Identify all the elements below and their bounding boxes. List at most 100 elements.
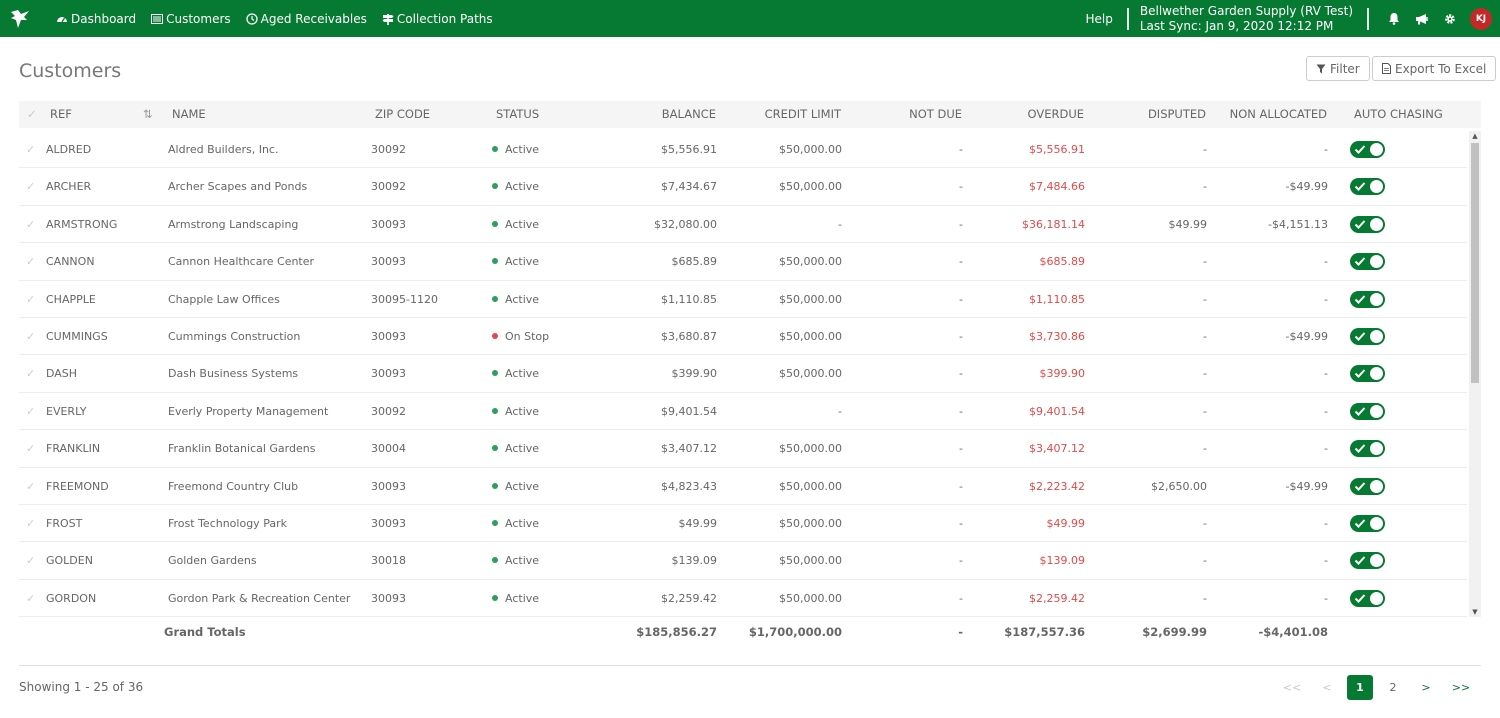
- cell-overdue: $1,110.85: [1029, 292, 1085, 306]
- auto-chasing-toggle[interactable]: [1350, 552, 1385, 570]
- column-header-overdue[interactable]: OVERDUE: [984, 101, 1084, 128]
- cell-status: Active: [492, 430, 539, 467]
- auto-chasing-toggle[interactable]: [1350, 365, 1385, 383]
- row-checkbox[interactable]: ✓: [26, 580, 35, 617]
- row-checkbox[interactable]: ✓: [26, 430, 35, 467]
- row-checkbox[interactable]: ✓: [26, 281, 35, 318]
- column-header-disputed[interactable]: DISPUTED: [1106, 101, 1206, 128]
- auto-chasing-toggle[interactable]: [1350, 515, 1385, 532]
- nav-aged-receivables[interactable]: Aged Receivables: [246, 12, 367, 26]
- column-header-auto-chasing[interactable]: AUTO CHASING: [1354, 101, 1443, 128]
- sort-icon[interactable]: ⇅: [143, 101, 153, 128]
- table-row[interactable]: ✓ ARCHER Archer Scapes and Ponds 30092 $7,43…: [19, 168, 1467, 206]
- cell-overdue: $139.09: [1039, 554, 1086, 568]
- table-row[interactable]: ✓ EVERLY Everly Property Management 30092 $9…: [19, 393, 1467, 431]
- nav-customers[interactable]: Customers: [151, 12, 231, 26]
- auto-chasing-toggle[interactable]: [1350, 141, 1385, 158]
- table-row[interactable]: ✓ GOLDEN Golden Gardens 30018 $139.09 $50,000…: [19, 542, 1467, 580]
- status-label: Active: [505, 554, 540, 568]
- column-header-status[interactable]: STATUS: [496, 101, 539, 128]
- company-info[interactable]: Bellwether Garden Supply (RV Test) Last …: [1140, 4, 1353, 34]
- scroll-down-icon[interactable]: ▼: [1469, 607, 1481, 617]
- cell-not-due: -: [959, 442, 963, 456]
- toggle-knob: [1370, 330, 1383, 343]
- auto-chasing-toggle[interactable]: [1350, 178, 1385, 196]
- app-logo-icon[interactable]: [0, 0, 40, 37]
- cell-ref: GORDON: [46, 591, 97, 605]
- row-checkbox[interactable]: ✓: [26, 318, 35, 355]
- auto-chasing-toggle[interactable]: [1350, 477, 1385, 495]
- check-icon: [1354, 257, 1366, 267]
- scrollbar-thumb[interactable]: [1471, 143, 1479, 383]
- row-checkbox[interactable]: ✓: [26, 393, 35, 430]
- auto-chasing-toggle[interactable]: [1350, 589, 1385, 607]
- auto-chasing-toggle[interactable]: [1350, 290, 1385, 308]
- announcements-button[interactable]: [1408, 0, 1436, 37]
- table-row[interactable]: ✓ DASH Dash Business Systems 30093 $399.90 $5…: [19, 355, 1467, 393]
- status-label: Active: [505, 217, 540, 231]
- user-avatar[interactable]: KJ: [1470, 7, 1492, 30]
- pagination-next[interactable]: >: [1413, 675, 1439, 700]
- row-checkbox[interactable]: ✓: [26, 505, 35, 542]
- cell-credit-limit: $50,000.00: [779, 554, 842, 568]
- select-all-checkbox[interactable]: ✓: [27, 101, 37, 128]
- column-header-credit-limit[interactable]: CREDIT LIMIT: [721, 101, 841, 128]
- row-checkbox[interactable]: ✓: [26, 168, 35, 205]
- row-checkbox[interactable]: ✓: [26, 243, 35, 280]
- cell-credit-limit: $50,000.00: [779, 180, 842, 194]
- cell-balance: $7,434.67: [661, 180, 717, 194]
- column-header-zip[interactable]: ZIP CODE: [375, 101, 430, 128]
- row-checkbox[interactable]: ✓: [26, 468, 35, 505]
- column-header-balance[interactable]: BALANCE: [616, 101, 716, 128]
- scroll-up-icon[interactable]: ▲: [1469, 131, 1481, 141]
- toggle-knob: [1370, 517, 1383, 530]
- notifications-button[interactable]: [1380, 0, 1408, 37]
- cell-balance: $5,556.91: [661, 143, 717, 156]
- filter-button[interactable]: Filter: [1306, 56, 1370, 81]
- table-row[interactable]: ✓ CANNON Cannon Healthcare Center 30093 $685…: [19, 243, 1467, 281]
- table-row[interactable]: ✓ CHAPPLE Chapple Law Offices 30095-1120 $1,…: [19, 281, 1467, 318]
- settings-button[interactable]: [1436, 0, 1464, 37]
- cell-not-due: -: [959, 180, 963, 194]
- column-header-name[interactable]: NAME: [172, 101, 206, 128]
- auto-chasing-toggle[interactable]: [1350, 328, 1385, 345]
- row-checkbox[interactable]: ✓: [26, 355, 35, 392]
- pagination-prev[interactable]: <: [1314, 675, 1340, 700]
- cell-credit-limit: $50,000.00: [779, 367, 842, 381]
- pagination-page-2[interactable]: 2: [1380, 675, 1406, 700]
- pagination-first[interactable]: <<: [1279, 675, 1305, 700]
- table-row[interactable]: ✓ FREEMOND Freemond Country Club 30093 $4,82…: [19, 468, 1467, 505]
- auto-chasing-toggle[interactable]: [1350, 253, 1385, 271]
- help-link[interactable]: Help: [1086, 12, 1113, 26]
- column-header-not-due[interactable]: NOT DUE: [862, 101, 962, 128]
- cell-disputed: $49.99: [1168, 217, 1208, 231]
- table-row[interactable]: ✓ FRANKLIN Franklin Botanical Gardens 30004…: [19, 430, 1467, 468]
- export-excel-button[interactable]: Export To Excel: [1372, 56, 1497, 81]
- row-checkbox[interactable]: ✓: [26, 131, 35, 168]
- table-row[interactable]: ✓ ALDRED Aldred Builders, Inc. 30092 $5,556.…: [19, 131, 1467, 169]
- table-row[interactable]: ✓ GORDON Gordon Park & Recreation Center 30…: [19, 580, 1467, 617]
- pagination-page-1[interactable]: 1: [1347, 675, 1373, 700]
- cell-ref: FREEMOND: [46, 479, 109, 493]
- column-header-ref[interactable]: REF: [50, 101, 72, 128]
- nav-dashboard[interactable]: Dashboard: [56, 12, 136, 26]
- column-header-non-allocated[interactable]: NON ALLOCATED: [1207, 101, 1327, 128]
- cell-non-allocated: -: [1324, 442, 1328, 456]
- cell-credit-limit: $50,000.00: [779, 292, 842, 306]
- auto-chasing-toggle[interactable]: [1350, 215, 1385, 233]
- pagination-last[interactable]: >>: [1448, 675, 1474, 700]
- table-row[interactable]: ✓ FROST Frost Technology Park 30093 $49.99 $5…: [19, 505, 1467, 543]
- auto-chasing-toggle[interactable]: [1350, 440, 1385, 458]
- cell-status: Active: [492, 393, 539, 430]
- table-row[interactable]: ✓ ARMSTRONG Armstrong Landscaping 30093 $32,…: [19, 206, 1467, 244]
- nav-collection-paths[interactable]: Collection Paths: [382, 12, 493, 26]
- cell-overdue: $9,401.54: [1029, 404, 1085, 418]
- status-dot-icon: [492, 520, 498, 526]
- table-row[interactable]: ✓ CUMMINGS Cummings Construction 30093 $3,68…: [19, 318, 1467, 356]
- row-checkbox[interactable]: ✓: [26, 542, 35, 579]
- row-checkbox[interactable]: ✓: [26, 206, 35, 243]
- cell-not-due: -: [959, 330, 963, 343]
- auto-chasing-toggle[interactable]: [1350, 402, 1385, 420]
- table-scrollbar[interactable]: ▲ ▼: [1469, 131, 1481, 617]
- cell-non-allocated: -: [1324, 591, 1328, 605]
